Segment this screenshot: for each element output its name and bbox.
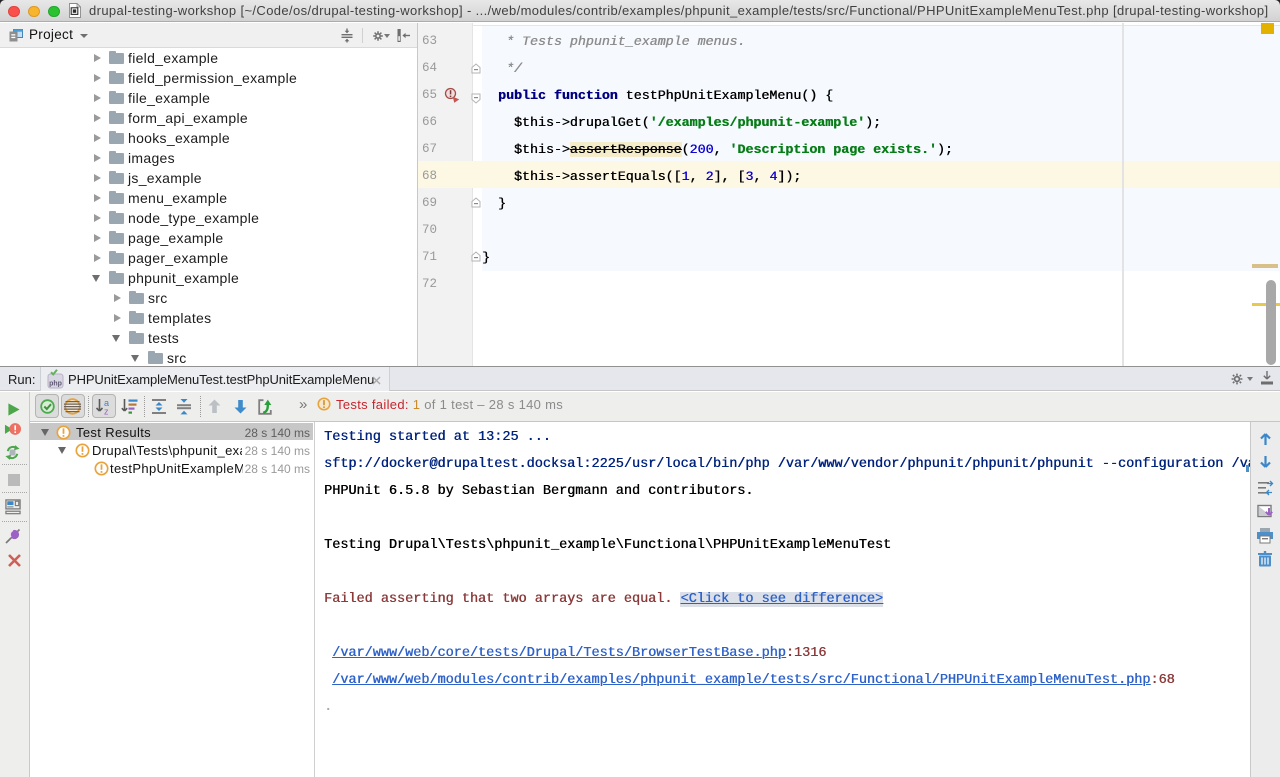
svg-text:z: z xyxy=(104,407,109,416)
svg-text:php: php xyxy=(49,381,62,388)
